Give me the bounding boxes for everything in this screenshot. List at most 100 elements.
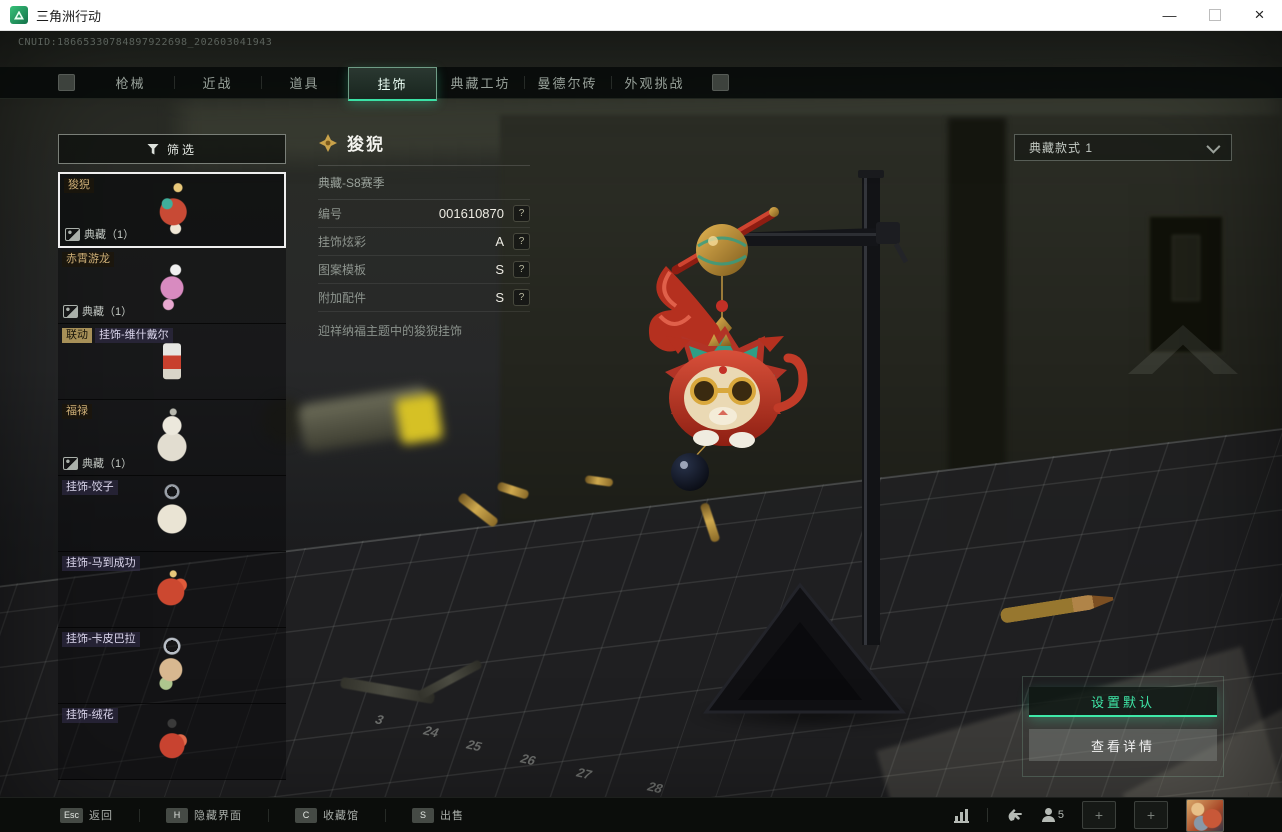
list-item-capybara[interactable]: 挂饰-卡皮巴拉: [58, 628, 286, 704]
item-name: 挂饰-卡皮巴拉: [62, 632, 140, 647]
crate-arrow-marking: [1128, 325, 1238, 395]
charm-thumbnail: [142, 405, 202, 468]
charm-display: [648, 170, 909, 714]
list-item-vishdel[interactable]: 联动 挂饰-维什戴尔: [58, 324, 286, 400]
maximize-button[interactable]: [1192, 0, 1237, 30]
help-icon[interactable]: ?: [513, 261, 530, 278]
item-name: 挂饰-维什戴尔: [95, 328, 173, 343]
friends-online-indicator[interactable]: 5: [1041, 808, 1064, 822]
style-dropdown-value: 典藏款式 1: [1029, 141, 1094, 155]
help-icon[interactable]: ?: [513, 289, 530, 306]
charm-thumbnail: [142, 481, 202, 544]
collection-count: 典藏（1）: [82, 306, 133, 318]
funnel-icon: [146, 143, 159, 155]
account-uid: CNUID:18665330784897922698_202603041943: [18, 37, 273, 48]
window-title: 三角洲行动: [36, 8, 102, 24]
shortcut-sell[interactable]: S 出售: [412, 807, 464, 823]
tab-mandel-brick[interactable]: 曼德尔砖: [524, 67, 611, 98]
tab-next-key-badge: [712, 74, 729, 91]
shortcut-divider: [268, 808, 270, 822]
season-label: 典藏-S8赛季: [318, 166, 530, 200]
charm-title: 狻猊: [347, 135, 385, 154]
list-item-velvet-flower[interactable]: 挂饰-绒花: [58, 704, 286, 780]
esc-key-badge: Esc: [60, 807, 84, 823]
minimize-button[interactable]: —: [1147, 0, 1192, 30]
category-tab-bar: 枪械 近战 道具 挂饰 典藏工坊 曼德尔砖 外观挑战: [0, 67, 1282, 101]
charm-thumbnail: [142, 177, 202, 240]
list-item-horse-success[interactable]: 挂饰-马到成功: [58, 552, 286, 628]
filter-label: 筛选: [166, 142, 197, 157]
view-details-button[interactable]: 查看详情: [1029, 729, 1217, 761]
action-button-panel: 设置默认 查看详情: [1022, 676, 1224, 777]
shortcut-hide-ui[interactable]: H 隐藏界面: [166, 807, 242, 823]
item-name: 挂饰-饺子: [62, 480, 118, 495]
tab-prev-key-badge: [58, 74, 75, 91]
icon-divider: [986, 808, 988, 822]
image-icon: [63, 456, 78, 470]
app-logo-icon: [10, 6, 28, 24]
bottom-shortcut-bar: Esc 返回 H 隐藏界面 C 收藏馆 S 出售 5 + +: [0, 797, 1282, 832]
bullet-casing: [456, 491, 500, 529]
help-icon[interactable]: ?: [513, 233, 530, 250]
c-key-badge: C: [295, 807, 318, 823]
add-slot-button[interactable]: +: [1134, 801, 1168, 829]
tab-appearance-challenge[interactable]: 外观挑战: [611, 67, 698, 98]
close-button[interactable]: ×: [1237, 0, 1282, 30]
s-key-badge: S: [412, 807, 435, 823]
image-icon: [65, 227, 80, 241]
friends-count: 5: [1057, 809, 1064, 821]
help-icon[interactable]: ?: [513, 205, 530, 222]
collection-count: 典藏（1）: [82, 458, 133, 470]
item-name: 挂饰-绒花: [62, 708, 118, 723]
title-bar: 三角洲行动 — ×: [0, 0, 1282, 31]
charm-list-sidebar: 筛选 狻猊 典藏（1） 赤霄游龙 典藏（1） 联动 挂饰-维什戴尔 福禄 典藏（…: [58, 134, 286, 790]
tab-charms[interactable]: 挂饰: [348, 67, 437, 101]
shortcut-back[interactable]: Esc 返回: [60, 807, 113, 823]
list-item-chixiao-dragon[interactable]: 赤霄游龙 典藏（1）: [58, 248, 286, 324]
collab-badge: 联动: [62, 328, 92, 343]
person-icon: [1044, 808, 1052, 815]
set-default-button[interactable]: 设置默认: [1029, 687, 1217, 717]
tab-collection-workshop[interactable]: 典藏工坊: [437, 67, 524, 98]
shortcut-divider: [139, 808, 141, 822]
image-icon: [63, 304, 78, 318]
chevron-down-icon: [1206, 139, 1221, 154]
style-dropdown[interactable]: 典藏款式 1: [1014, 134, 1232, 161]
charm-detail-panel: 狻猊 典藏-S8赛季 编号 001610870 ? 挂饰炫彩 A ? 图案模板 …: [318, 130, 530, 339]
row-label: 编号: [318, 207, 343, 221]
collection-count: 典藏（1）: [84, 229, 135, 241]
shortcut-divider: [385, 808, 387, 822]
serial-number: 001610870: [438, 206, 504, 221]
list-item-fulu[interactable]: 福禄 典藏（1）: [58, 400, 286, 476]
row-label: 附加配件: [318, 291, 367, 305]
rarity-diamond-icon: [319, 133, 337, 152]
tab-guns[interactable]: 枪械: [87, 67, 174, 98]
item-name: 挂饰-马到成功: [62, 556, 140, 571]
item-name: 狻猊: [64, 178, 94, 193]
add-slot-button[interactable]: +: [1082, 801, 1116, 829]
hand-gesture-icon[interactable]: [1006, 806, 1024, 824]
shortcut-collection-hall[interactable]: C 收藏馆: [295, 807, 359, 823]
maximize-icon: [1208, 9, 1221, 21]
item-name: 福禄: [62, 404, 92, 419]
colorway-grade: A: [495, 234, 504, 249]
tab-props[interactable]: 道具: [261, 67, 348, 98]
row-label: 挂饰炫彩: [318, 235, 367, 249]
app-window: 三角洲行动 — × 3 24 25 26 27 28 CNUID:1866533…: [0, 0, 1282, 832]
stats-chart-icon[interactable]: [953, 807, 969, 823]
row-label: 图案模板: [318, 263, 367, 277]
charm-thumbnail: [142, 557, 202, 620]
charm-card-list: 狻猊 典藏（1） 赤霄游龙 典藏（1） 联动挂饰-维什戴尔 福禄 典藏（1）: [58, 172, 286, 792]
accessory-grade: S: [495, 290, 504, 305]
list-item-suanni[interactable]: 狻猊 典藏（1）: [58, 172, 286, 248]
filter-button[interactable]: 筛选: [58, 134, 286, 164]
h-key-badge: H: [166, 807, 189, 823]
charm-thumbnail: [142, 253, 202, 316]
charm-thumbnail: [142, 633, 202, 696]
profile-card-thumbnail[interactable]: [1186, 798, 1224, 832]
tab-melee[interactable]: 近战: [174, 67, 261, 98]
game-scene: 3 24 25 26 27 28 CNUID:18665330784897922…: [0, 30, 1282, 832]
list-item-dumpling[interactable]: 挂饰-饺子: [58, 476, 286, 552]
charm-thumbnail: [142, 709, 202, 772]
grenade-yellow-band: [394, 392, 444, 446]
